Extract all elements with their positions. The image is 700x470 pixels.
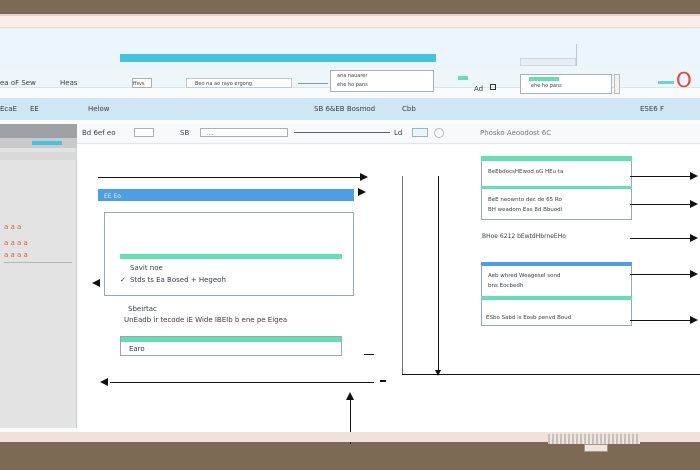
header-mini-label: Ad (474, 85, 484, 93)
return-arrowhead (92, 279, 100, 287)
right-down-line (438, 176, 439, 372)
header-left-text-2: Heas (60, 79, 78, 87)
header-right-field[interactable]: ehe ho pans (520, 74, 612, 94)
section-title: Sbeirtac (128, 305, 157, 313)
menu-item-center-a[interactable]: SB 6&EB Bosmod (314, 106, 375, 113)
right-down-arrowhead (435, 370, 441, 376)
footer-label: Earo (129, 345, 145, 353)
bottom-return-arrowhead (100, 378, 108, 386)
right-gray-box (614, 74, 620, 94)
bottom-small-box (584, 444, 608, 452)
right-link-5 (630, 320, 692, 321)
right-row-1: BeEbdocsHEwod oG HEu ta (488, 169, 564, 175)
brand-mark: O (676, 68, 692, 92)
right-card-1-accent (481, 156, 632, 161)
right-card-2-accent (481, 296, 632, 300)
right-link-4-head (690, 270, 698, 278)
right-bottom-line (402, 374, 700, 375)
right-card-1-mid (481, 186, 632, 189)
window-top-strip (0, 16, 700, 28)
right-link-3-head (690, 234, 698, 242)
menu-item-c[interactable]: Helow (88, 106, 110, 113)
right-row-5: Aeb whred Weagesel sond (488, 273, 561, 279)
right-link-1-head (690, 172, 698, 180)
sidebar (0, 124, 77, 428)
header-search[interactable]: Beo na ao rayo ergong (186, 78, 292, 88)
toolbar-box-1[interactable] (134, 128, 154, 137)
left-header-text: EE Eo (104, 193, 121, 200)
sidebar-header (0, 124, 77, 138)
right-link-4 (630, 274, 692, 275)
brand-bar (658, 81, 674, 84)
right-link-5-head (690, 316, 698, 324)
menu-item-center-b[interactable]: Cbb (402, 106, 416, 113)
top-left-arrowhead (360, 173, 368, 181)
toolbar-radio[interactable] (434, 128, 444, 138)
footer-right-link (364, 354, 374, 355)
save-title: Savit noe (130, 264, 163, 272)
section-text: UnEadb ir tecode iE Wide IBEIb b ene pe … (124, 316, 288, 324)
bottom-tick-pattern (548, 434, 640, 444)
toolbar-tail-text: Phosko Aeoodost 6C (480, 129, 552, 137)
save-subtitle: Stds ts Ea Bosed + Hegeoh (130, 276, 226, 284)
right-link-3 (630, 238, 692, 239)
header-right-box-1: ana nauarer (337, 73, 368, 79)
header-box-text: ffsvs (133, 81, 145, 87)
right-link-2-head (690, 200, 698, 208)
toolbar-divider (294, 132, 390, 133)
brand-logo: O (658, 70, 700, 92)
toolbar-label-a: Bd 6ef eo (82, 129, 116, 137)
menu-item-a[interactable]: EcaE (0, 106, 17, 113)
menu-item-right-a[interactable]: ESE6 F (640, 106, 664, 113)
header-divider (298, 83, 328, 84)
header-left-text-1: ea oF Sew (0, 79, 36, 87)
top-left-connector (98, 177, 360, 178)
sidebar-row-blank (0, 152, 77, 160)
header-right-box-2: ehe ho pans (337, 82, 368, 88)
right-bracket-left (402, 176, 403, 374)
title-progress-bar (120, 54, 436, 62)
toolbar-label-b: SB (180, 129, 190, 137)
right-row-6: bns Eocbedh (488, 283, 524, 289)
bottom-return-line (110, 382, 374, 383)
bottom-small-dash (380, 380, 386, 382)
mini-square (490, 84, 496, 90)
toolbar-field-value: .... (207, 131, 214, 137)
right-row-7: ESbo Sabd is Eosb penvd Boud (486, 315, 572, 321)
right-row-3: BH weadom Eas 8d Bbuodi (488, 207, 563, 213)
field-green-bar (529, 77, 559, 81)
sidebar-row-label-3[interactable]: a a a a (4, 252, 28, 259)
check-icon: ✓ (120, 276, 126, 284)
right-link-1 (630, 176, 692, 177)
right-row-2: BeE neownto dec de 65 Ro (488, 197, 562, 203)
footer-card[interactable]: Earo (120, 336, 342, 356)
sidebar-tab-accent (32, 141, 62, 145)
menu-item-b[interactable]: EE (30, 106, 39, 113)
sidebar-line (4, 262, 72, 263)
toolbar-label-c: Ld (394, 129, 403, 137)
right-row-4: BHoe 6212 bEwtdHbrneEHo (482, 233, 566, 240)
toolbar-box-2[interactable] (412, 128, 428, 137)
left-header-arrowhead (358, 188, 366, 196)
right-card-2-header (481, 262, 632, 266)
left-header-bar[interactable]: EE Eo (98, 189, 354, 201)
right-link-2 (630, 204, 692, 205)
sidebar-row-label-1[interactable]: a a a (4, 224, 21, 231)
toolbar-field[interactable]: .... (200, 128, 288, 137)
header-box[interactable]: ffsvs (132, 78, 152, 88)
header-search-text: Beo na ao rayo ergong (195, 81, 253, 87)
sidebar-row-label-2[interactable]: a a a a (4, 240, 28, 247)
header-right-field-text: ehe ho pans (531, 83, 562, 89)
header-tab-strip (520, 58, 576, 66)
green-chip-1 (458, 76, 468, 80)
footer-accent (121, 337, 341, 342)
header-right-box[interactable]: ana nauarer ehe ho pans (330, 70, 434, 92)
save-panel-accent (120, 254, 342, 259)
bottom-up-arrowhead (346, 392, 354, 400)
